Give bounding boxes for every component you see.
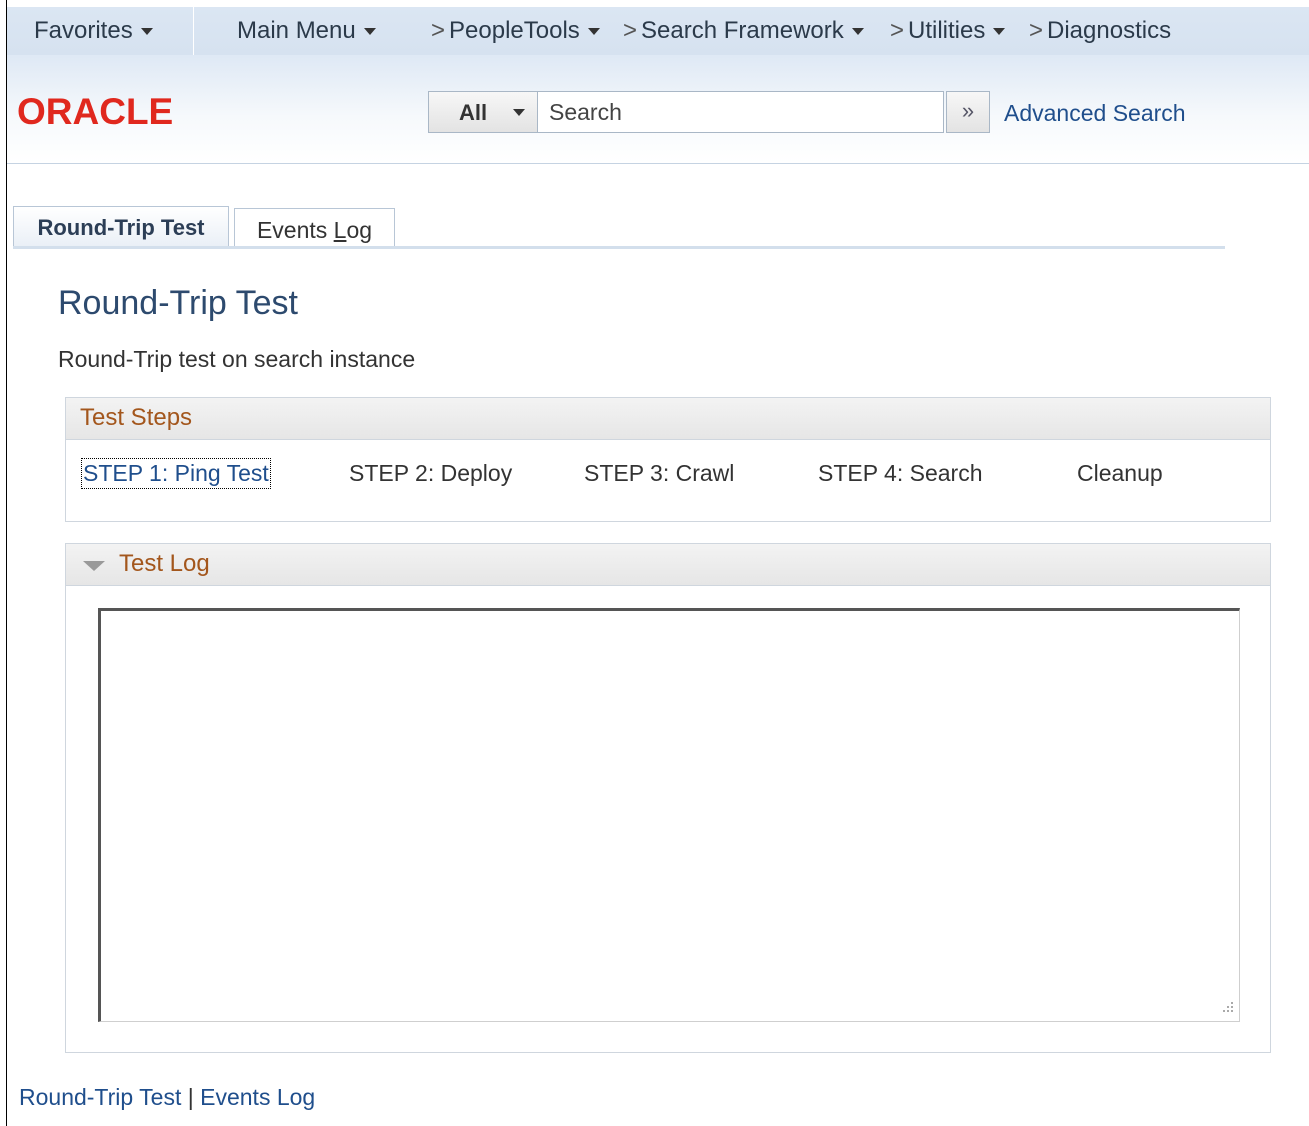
tab-events-log[interactable]: Events Log [234,208,395,248]
utilities-caret-icon [993,28,1006,36]
tab-round-trip-test[interactable]: Round-Trip Test [13,206,229,248]
test-steps-group: Test Steps STEP 1: Ping Test STEP 2: Dep… [65,397,1271,522]
peopletools-caret-icon [587,28,600,36]
test-log-textarea[interactable] [98,608,1240,1022]
tab-label: Events Log [256,217,373,243]
main-menu-caret-icon [363,28,376,36]
test-steps-title: Test Steps [80,404,193,431]
dropdown-arrow-icon [513,109,525,116]
breadcrumb-peopletools[interactable]: > PeopleTools [431,7,600,55]
nav-separator [193,7,194,55]
window-edge [6,0,7,1126]
search-go-button[interactable]: » [946,91,990,133]
nav-bar: Favorites Main Menu > PeopleTools > Search… [7,7,1309,55]
tab-strip-underline [13,246,1225,249]
oracle-logo-image: ORACLE [17,91,173,132]
step-crawl-link[interactable]: STEP 3: Crawl [584,460,734,487]
breadcrumb-label: PeopleTools [449,17,580,44]
step-ping-test-link[interactable]: STEP 1: Ping Test [81,458,271,489]
oracle-logo: ORACLE [17,91,237,134]
breadcrumb-label: Utilities [908,17,986,44]
footer-round-trip-test-link[interactable]: Round-Trip Test [19,1084,181,1110]
main-menu[interactable]: Main Menu [237,7,376,55]
breadcrumb-diagnostics[interactable]: > Diagnostics [1029,7,1171,55]
favorites-label: Favorites [34,17,133,44]
search-box: All [428,91,944,133]
breadcrumb-utilities[interactable]: > Utilities [890,7,1006,55]
breadcrumb-search-framework[interactable]: > Search Framework [623,7,864,55]
favorites-menu[interactable]: Favorites [34,7,153,55]
test-steps-header: Test Steps [66,398,1270,440]
advanced-search-link[interactable]: Advanced Search [1004,100,1186,127]
breadcrumb-arrow-icon: > [431,17,446,44]
page-description: Round-Trip test on search instance [58,346,416,372]
search-framework-caret-icon [851,28,864,36]
resize-grip-icon[interactable] [1219,998,1235,1014]
search-scope-dropdown[interactable]: All [429,92,538,132]
footer-separator: | [187,1084,194,1110]
breadcrumb-arrow-icon: > [1029,17,1044,44]
tab-label: Round-Trip Test [37,215,205,240]
breadcrumb-label: Diagnostics [1047,17,1172,44]
search-input[interactable] [537,92,943,132]
double-chevron-right-icon: » [961,98,975,123]
step-search-link[interactable]: STEP 4: Search [818,460,983,487]
test-log-title: Test Log [119,550,210,577]
step-deploy-link[interactable]: STEP 2: Deploy [349,460,512,487]
favorites-caret-icon [140,28,153,36]
test-log-group: Test Log [65,543,1271,1053]
collapse-arrow-icon[interactable] [83,561,105,571]
page-title: Round-Trip Test [58,284,298,322]
svg-text:ORACLE: ORACLE [17,93,173,129]
breadcrumb-arrow-icon: > [623,17,638,44]
step-cleanup-link[interactable]: Cleanup [1077,460,1163,487]
test-log-header[interactable]: Test Log [66,544,1270,586]
header: Favorites Main Menu > PeopleTools > Search… [7,7,1309,164]
breadcrumb-arrow-icon: > [890,17,905,44]
main-menu-label: Main Menu [237,17,356,44]
footer-events-log-link[interactable]: Events Log [200,1084,315,1110]
footer-links: Round-Trip Test | Events Log [19,1084,315,1111]
breadcrumb-label: Search Framework [641,17,844,44]
search-scope-label: All [459,100,488,125]
